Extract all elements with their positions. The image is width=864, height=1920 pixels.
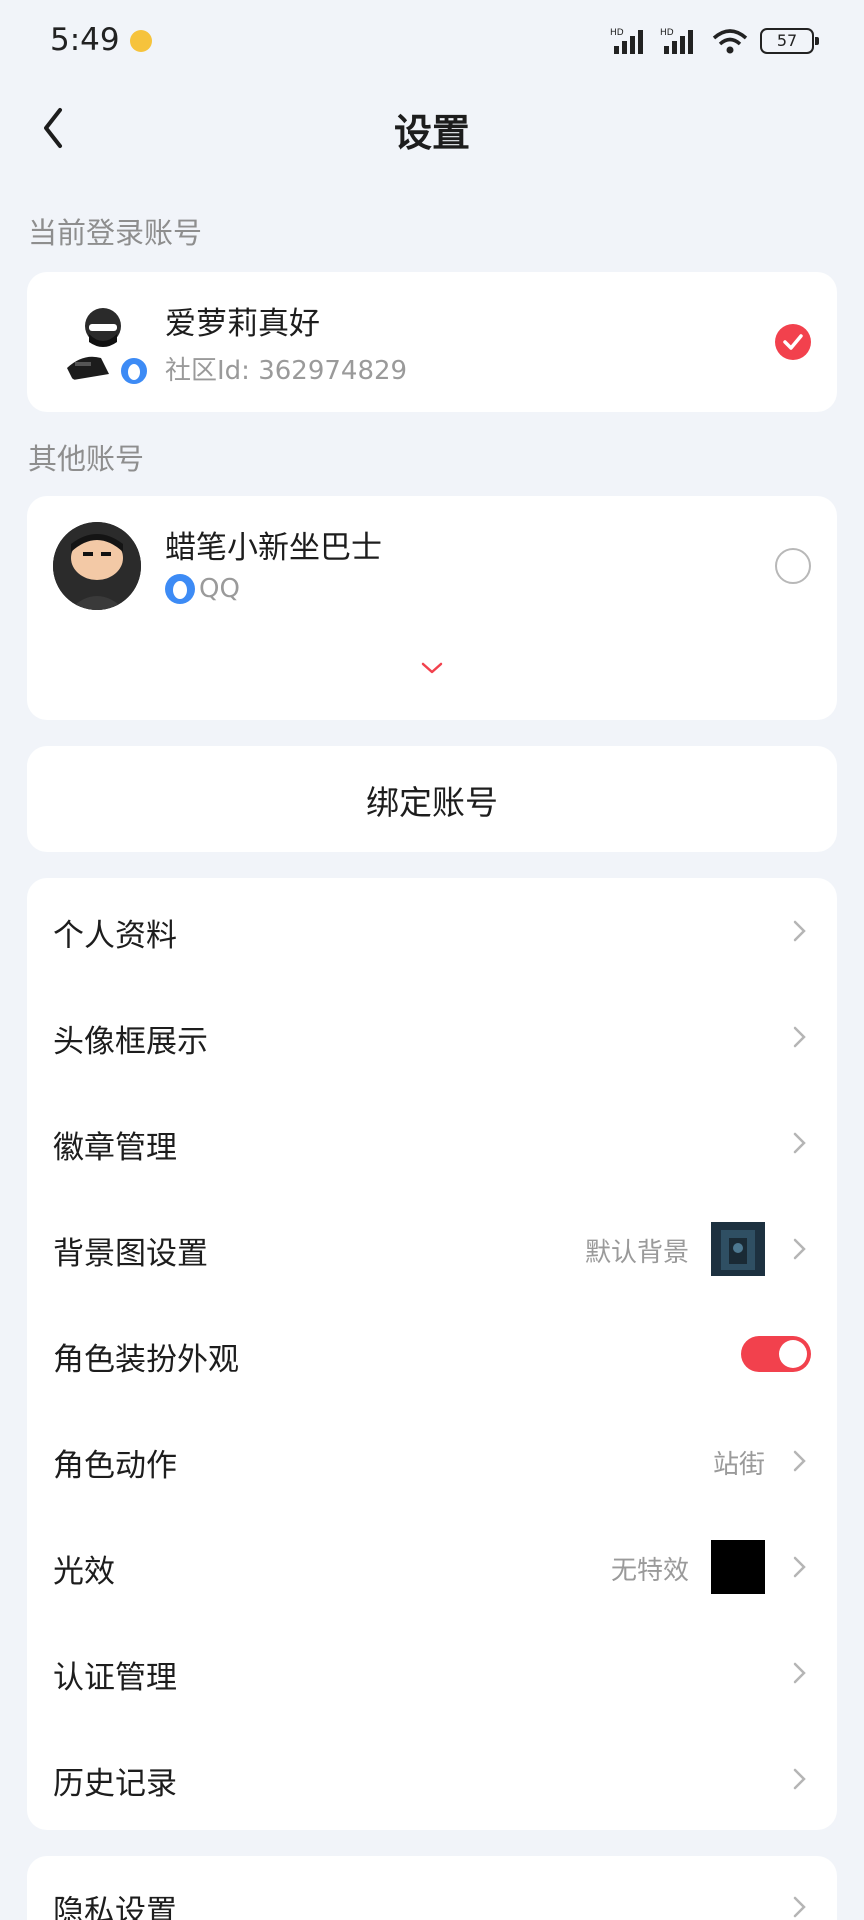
menu-item-badges[interactable]: 徽章管理 [27,1090,837,1196]
account-row-current[interactable]: 爱萝莉真好 社区Id: 362974829 [27,272,837,412]
bind-account-label: 绑定账号 [366,783,498,822]
account-row-other[interactable]: 蜡笔小新坐巴士 QQ [27,496,837,636]
chevron-right-icon [793,1768,806,1790]
background-thumbnail [711,1222,765,1276]
menu-item-action[interactable]: 角色动作 站街 [27,1408,837,1514]
menu-label: 光效 [53,1554,115,1590]
signal-hd-label-2: HD [660,28,674,38]
menu-label: 历史记录 [53,1766,177,1802]
toggle-knob [779,1340,807,1368]
header: 设置 [0,84,864,170]
menu-item-light-effect[interactable]: 光效 无特效 [27,1514,837,1620]
effect-thumbnail [711,1540,765,1594]
other-accounts-card: 蜡笔小新坐巴士 QQ [27,496,837,720]
qq-penguin-icon [165,574,195,604]
menu-label: 角色装扮外观 [53,1342,239,1378]
menu-label: 头像框展示 [53,1024,208,1060]
chevron-right-icon [793,1896,806,1918]
chevron-right-icon [793,1132,806,1154]
wifi-icon [712,29,748,54]
avatar-other [53,522,141,610]
appearance-toggle[interactable] [741,1336,811,1372]
settings-screen: 5:49 HD HD 57 设置 当前登录账号 爱萝莉真好 社区Id: 3629… [0,0,864,1920]
menu-item-appearance[interactable]: 角色装扮外观 [27,1302,837,1408]
platform-label: QQ [199,574,240,604]
check-circle-icon [783,334,803,350]
menu-value: 默认背景 [584,1238,689,1268]
bind-account-button[interactable]: 绑定账号 [27,746,837,852]
unselected-radio[interactable] [775,548,811,584]
signal-icon: HD [610,28,643,54]
menu-label: 个人资料 [53,918,177,954]
menu-value: 站街 [712,1450,765,1480]
chevron-right-icon [793,1450,806,1472]
chevron-right-icon [793,1238,806,1260]
chevron-right-icon [793,920,806,942]
menu-value: 无特效 [610,1556,689,1586]
community-id: 社区Id: 362974829 [165,356,408,386]
notification-coin-icon [130,30,152,52]
chevron-right-icon [793,1026,806,1048]
menu-item-profile[interactable]: 个人资料 [27,878,837,984]
menu-label: 徽章管理 [53,1130,177,1166]
chevron-down-icon [421,662,443,674]
other-accounts-label: 其他账号 [28,442,145,476]
status-icons: HD HD 57 [610,26,819,56]
status-time: 5:49 [50,22,120,58]
menu-label: 认证管理 [53,1660,177,1696]
signal-icon-2: HD [660,28,693,54]
signal-hd-label-1: HD [610,28,624,38]
page-title: 设置 [393,111,470,155]
chevron-right-icon [793,1556,806,1578]
menu-item-background[interactable]: 背景图设置 默认背景 [27,1196,837,1302]
menu-item-avatar-frame[interactable]: 头像框展示 [27,984,837,1090]
menu-label: 背景图设置 [53,1236,208,1272]
selected-radio[interactable] [775,324,811,360]
battery-indicator: 57 [760,28,819,54]
qq-penguin-icon [119,356,149,386]
current-account-card: 爱萝莉真好 社区Id: 362974829 [27,272,837,412]
menu-item-history[interactable]: 历史记录 [27,1726,837,1832]
current-account-label: 当前登录账号 [28,216,203,250]
privacy-card: 隐私设置 [27,1856,837,1920]
settings-menu: 个人资料 头像框展示 徽章管理 背景图设置 默认背景 角色装扮外观 角色动作 站… [27,878,837,1830]
account-name-other: 蜡笔小新坐巴士 [165,530,382,566]
platform-tag: QQ [165,574,240,604]
expand-accounts-button[interactable] [417,656,447,680]
menu-item-verification[interactable]: 认证管理 [27,1620,837,1726]
menu-item-privacy[interactable]: 隐私设置 [27,1856,837,1920]
status-bar: 5:49 HD HD 57 [0,0,864,84]
menu-label: 角色动作 [53,1448,177,1484]
account-name: 爱萝莉真好 [165,306,320,342]
menu-label: 隐私设置 [53,1894,177,1920]
chevron-right-icon [793,1662,806,1684]
